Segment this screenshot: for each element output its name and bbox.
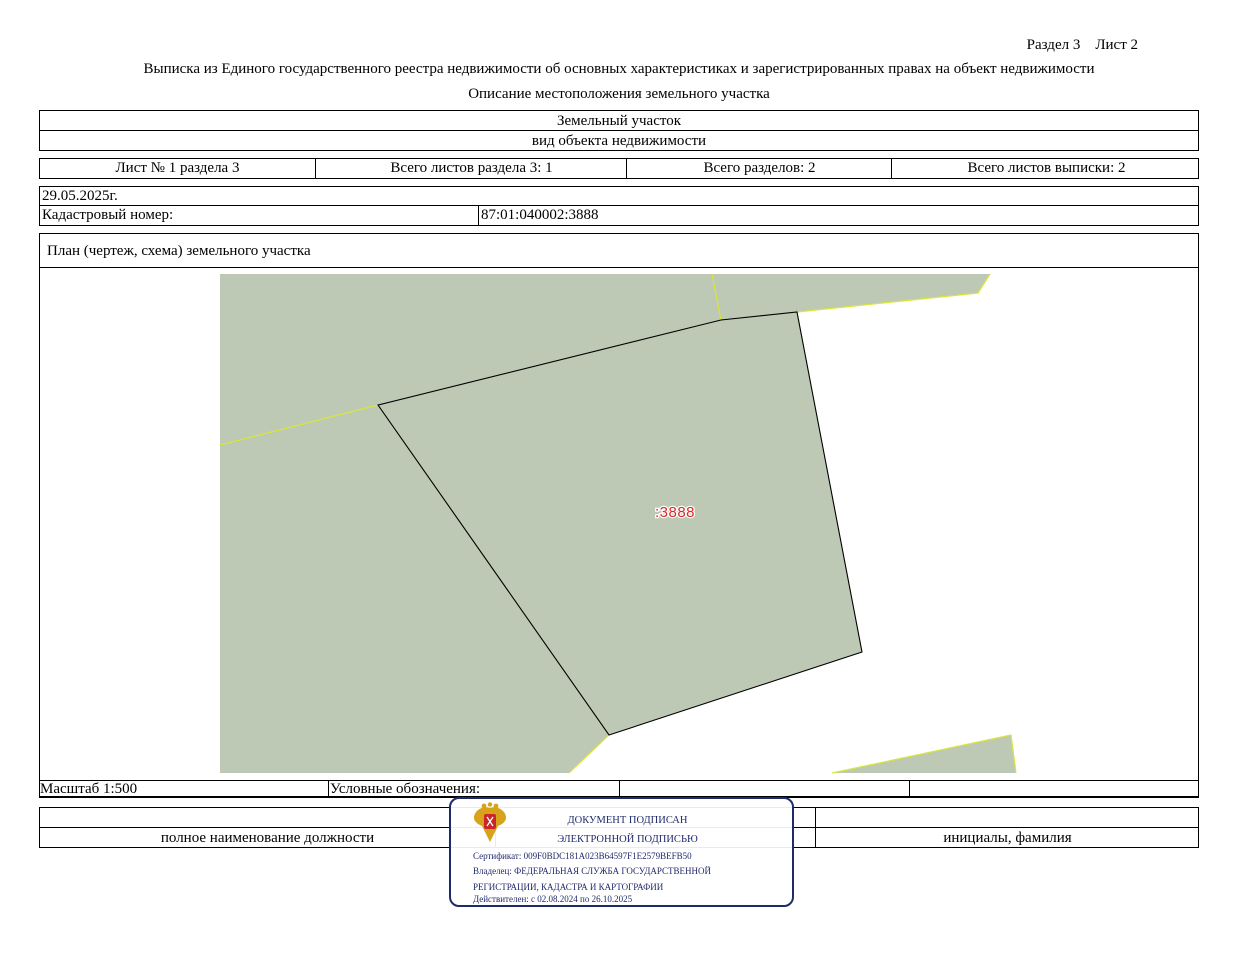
divider [815, 808, 816, 847]
document-subtitle: Описание местоположения земельного участ… [468, 86, 770, 102]
stamp-owner-line2: РЕГИСТРАЦИИ, КАДАСТРА И КАРТОГРАФИИ [473, 882, 664, 892]
total-sections: Всего разделов: 2 [703, 160, 816, 176]
parcel-plan-drawing: :3888 [219, 273, 1017, 774]
divider [909, 781, 910, 797]
divider [626, 159, 627, 178]
stamp-owner-line1: Владелец: ФЕДЕРАЛЬНАЯ СЛУЖБА ГОСУДАРСТВЕ… [473, 866, 712, 876]
scale-label: Масштаб 1:500 [40, 781, 138, 797]
scale-legend-row: Масштаб 1:500 Условные обозначения: [39, 780, 1199, 798]
object-type: Земельный участок [556, 113, 682, 129]
object-type-box: Земельный участок вид объекта недвижимос… [39, 110, 1199, 151]
stamp-line1: ДОКУМЕНТ ПОДПИСАН [567, 815, 688, 826]
legend-label: Условные обозначения: [330, 781, 481, 797]
divider [315, 159, 316, 178]
position-caption: полное наименование должности [160, 830, 375, 846]
record-date: 29.05.2025г. [42, 188, 118, 204]
divider [619, 781, 620, 797]
electronic-signature-stamp: ДОКУМЕНТ ПОДПИСАН ЭЛЕКТРОННОЙ ПОДПИСЬЮ С… [449, 797, 794, 907]
divider [40, 205, 1198, 206]
plan-heading: План (чертеж, схема) земельного участка [47, 243, 311, 259]
divider [891, 159, 892, 178]
cadastral-number: 87:01:040002:3888 [481, 207, 599, 223]
stamp-certificate: Сертификат: 009F0BDC181A023B64597F1E2579… [473, 851, 692, 861]
divider [478, 205, 479, 225]
sheets-info-row: Лист № 1 раздела 3 Всего листов раздела … [39, 158, 1199, 179]
total-sheets-extract: Всего листов выписки: 2 [967, 160, 1126, 176]
divider [40, 130, 1198, 131]
stamp-line2: ЭЛЕКТРОННОЙ ПОДПИСЬЮ [557, 834, 698, 845]
divider [328, 781, 329, 797]
sheet-of-section: Лист № 1 раздела 3 [115, 160, 240, 176]
total-sheets-section: Всего листов раздела 3: 1 [390, 160, 553, 176]
object-type-caption: вид объекта недвижимости [531, 133, 707, 149]
document-title: Выписка из Единого государственного реес… [143, 61, 1095, 77]
stamp-validity: Действителен: с 02.08.2024 по 26.10.2025 [473, 894, 633, 904]
parcel-label: :3888 [655, 504, 695, 521]
name-caption: инициалы, фамилия [943, 830, 1072, 846]
cadastral-label: Кадастровый номер: [42, 207, 174, 223]
section-sheet-label: Раздел 3 Лист 2 [1026, 37, 1138, 53]
record-box: 29.05.2025г. Кадастровый номер: 87:01:04… [39, 186, 1199, 226]
